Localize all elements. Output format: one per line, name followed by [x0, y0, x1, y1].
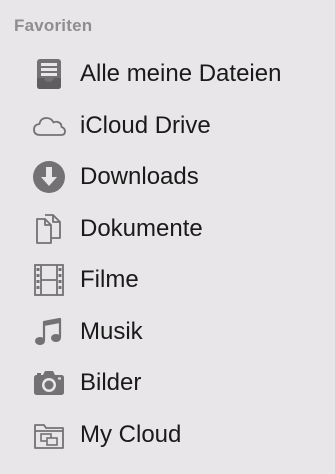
- music-note-icon: [30, 313, 68, 351]
- sidebar-item-pictures[interactable]: Bilder: [0, 361, 330, 405]
- sidebar-item-documents[interactable]: Dokumente: [0, 207, 330, 251]
- all-files-icon: [30, 55, 68, 93]
- sidebar-item-movies[interactable]: Filme: [0, 258, 330, 302]
- film-icon: [30, 261, 68, 299]
- sidebar-item-label: Filme: [80, 266, 139, 293]
- sidebar-item-music[interactable]: Musik: [0, 310, 330, 354]
- cloud-icon: [30, 107, 68, 145]
- sidebar-item-label: My Cloud: [80, 421, 182, 448]
- sidebar-item-label: Downloads: [80, 163, 199, 190]
- sidebar-item-downloads[interactable]: Downloads: [0, 155, 330, 199]
- sidebar-item-all-files[interactable]: Alle meine Dateien: [0, 52, 330, 96]
- sidebar-item-label: Alle meine Dateien: [80, 60, 282, 87]
- sidebar-item-label: Bilder: [80, 369, 142, 396]
- sidebar-item-my-cloud[interactable]: My Cloud: [0, 413, 330, 457]
- sidebar-item-label: iCloud Drive: [80, 112, 211, 139]
- sidebar-item-icloud-drive[interactable]: iCloud Drive: [0, 104, 330, 148]
- finder-sidebar: Favoriten Alle meine Dateien iCloud Driv…: [0, 0, 336, 474]
- documents-icon: [30, 210, 68, 248]
- sidebar-item-label: Musik: [80, 318, 143, 345]
- sidebar-item-label: Dokumente: [80, 215, 203, 242]
- camera-icon: [30, 364, 68, 402]
- section-title-favorites: Favoriten: [14, 16, 93, 35]
- network-folder-icon: [30, 416, 68, 454]
- download-icon: [30, 158, 68, 196]
